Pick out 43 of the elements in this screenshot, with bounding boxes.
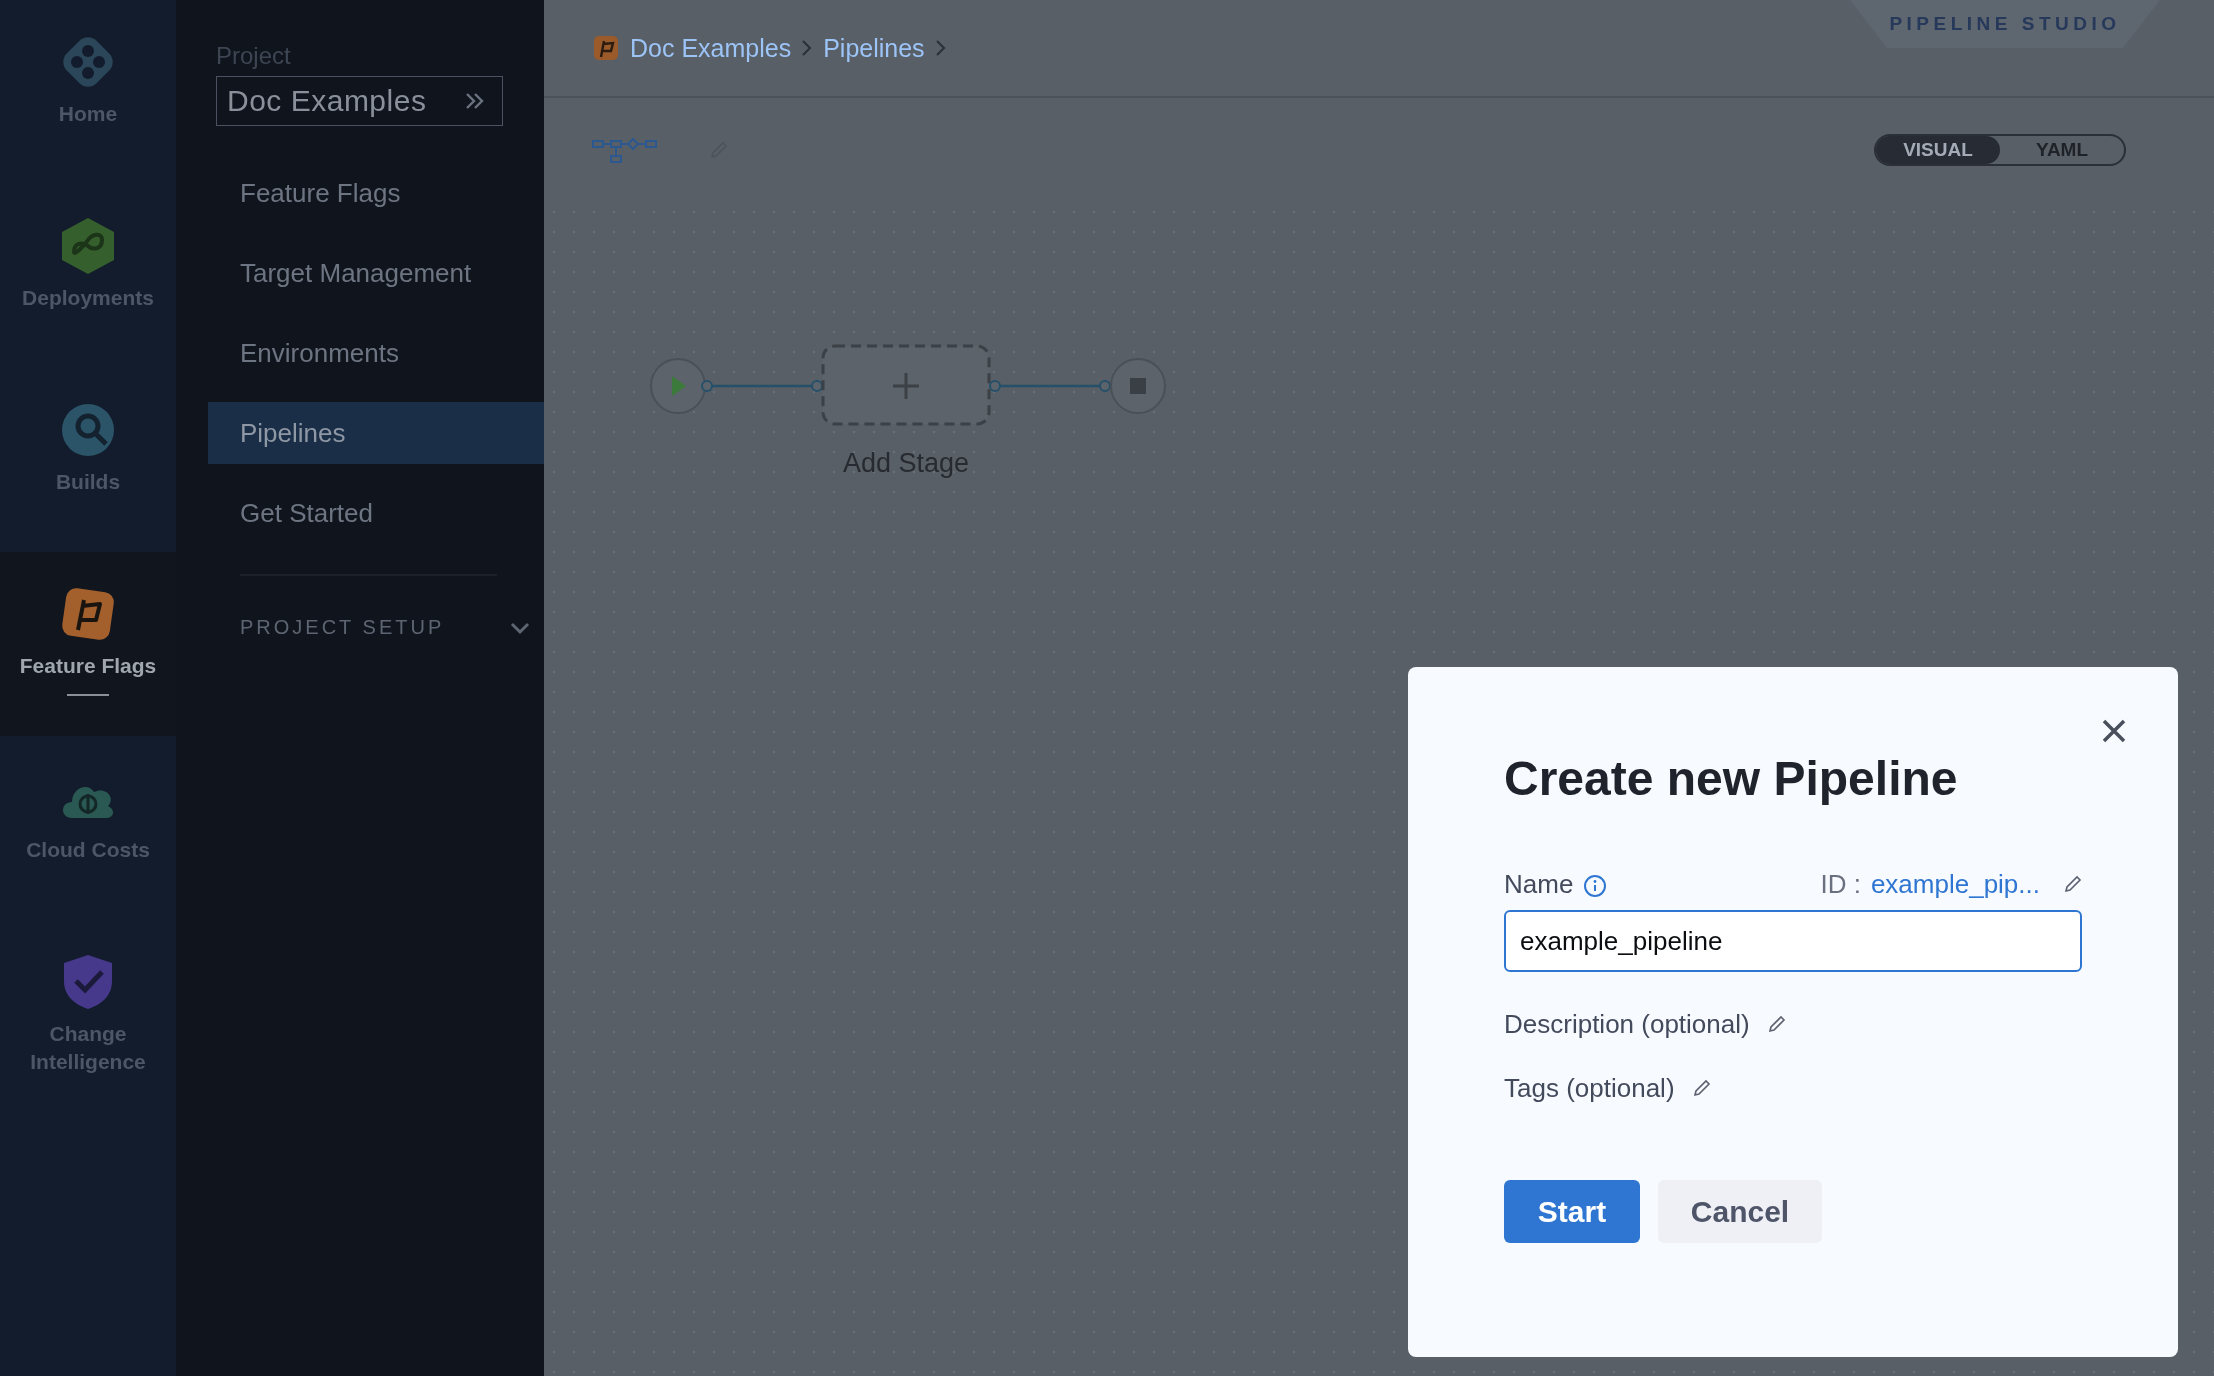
module-nav-item[interactable]: Builds: [0, 368, 176, 552]
breadcrumb-link[interactable]: Pipelines: [823, 33, 925, 63]
module-nav-item[interactable]: Home: [0, 0, 176, 184]
view-tab[interactable]: VISUAL: [1876, 136, 2000, 164]
chevron-icon: [801, 39, 814, 57]
edit-icon[interactable]: [1692, 1079, 1711, 1097]
shield-check-icon: [62, 953, 114, 1011]
edit-icon[interactable]: [1767, 1015, 1786, 1033]
name-label: Name: [1504, 868, 1574, 900]
module-nav-item[interactable]: Deployments: [0, 184, 176, 368]
search-icon: [60, 402, 116, 458]
project-selector[interactable]: Doc Examples: [216, 76, 503, 126]
id-value-link[interactable]: example_pip...: [1870, 868, 2040, 900]
chevron-icon: [934, 39, 947, 57]
chevron-icon: [510, 620, 530, 635]
description-label: Description (optional): [1504, 1008, 1750, 1040]
project-setup-toggle[interactable]: PROJECT SETUP: [240, 616, 530, 639]
name-input[interactable]: example_pipeline: [1504, 910, 2082, 972]
project-nav-item[interactable]: Feature Flags: [208, 162, 544, 224]
module-nav-item[interactable]: Change Intelligence: [0, 920, 176, 1104]
tags-label: Tags (optional): [1504, 1072, 1675, 1104]
close-button[interactable]: [2100, 717, 2128, 745]
add-stage-node[interactable]: [821, 344, 991, 426]
project-nav-item[interactable]: Get Started: [208, 482, 544, 544]
edit-icon[interactable]: [2064, 875, 2082, 893]
project-nav-item[interactable]: Pipelines: [208, 402, 544, 464]
view-tab[interactable]: YAML: [2000, 136, 2124, 164]
dialog-title: Create new Pipeline: [1504, 751, 1958, 806]
project-nav-item[interactable]: Target Management: [208, 242, 544, 304]
module-nav-item[interactable]: Feature Flags: [0, 552, 176, 736]
end-node: [1110, 358, 1166, 414]
module-nav-item[interactable]: Cloud Costs: [0, 736, 176, 920]
start-button[interactable]: Start: [1504, 1180, 1640, 1243]
project-nav-item[interactable]: Environments: [208, 322, 544, 384]
double-chevron-icon: [464, 91, 486, 111]
hexagon-loop-icon: [60, 216, 116, 276]
start-node[interactable]: [650, 358, 706, 414]
id-label: ID :: [1820, 868, 1861, 900]
flag-icon: [592, 34, 620, 62]
selected-underline: [67, 694, 109, 696]
info-icon[interactable]: [1583, 874, 1608, 898]
cancel-button[interactable]: Cancel: [1658, 1180, 1822, 1243]
breadcrumb-link[interactable]: Doc Examples: [630, 33, 792, 63]
